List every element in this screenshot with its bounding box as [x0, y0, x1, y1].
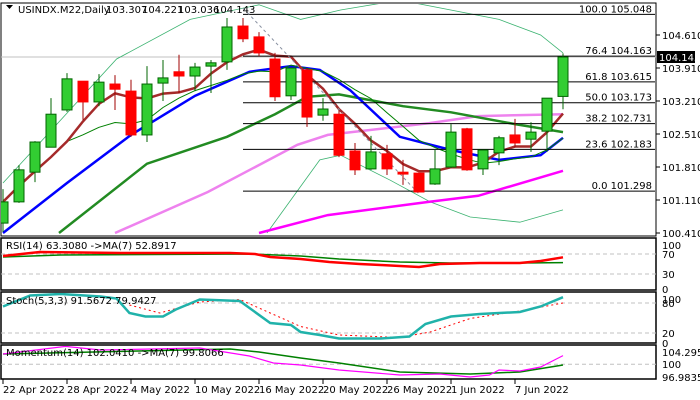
candle-body	[445, 131, 457, 168]
chart-symbol: USINDX.M22,Daily	[18, 5, 110, 16]
candle-body	[205, 62, 217, 67]
date-tick-label: 16 May 2022	[259, 385, 324, 396]
candle-body	[397, 171, 409, 175]
trading-chart[interactable]: 100.0 105.048 76.4 104.163 61.8 103.615 50.…	[0, 0, 700, 400]
candle-body	[1, 201, 9, 224]
rsi-tick-label: 30	[662, 270, 675, 281]
candle-body	[13, 169, 25, 203]
candle-body	[109, 83, 121, 90]
fib-level-label: 0.0 101.298	[592, 181, 652, 192]
bearish-candle	[461, 127, 473, 171]
candle-body	[93, 81, 105, 103]
date-tick-label: 22 Apr 2022	[3, 385, 65, 396]
candle-body	[221, 26, 233, 63]
candle-body	[141, 83, 153, 136]
fib-level-label: 23.6 102.183	[585, 139, 652, 150]
candle-body	[317, 108, 329, 116]
ohlc-close: 104.143	[214, 5, 255, 16]
candle-body	[189, 66, 201, 77]
price-tick-label: 100.410	[662, 229, 700, 240]
price-tick-label: 103.210	[662, 97, 700, 108]
bullish-candle	[13, 165, 25, 203]
candle-body	[269, 58, 281, 98]
candle-body	[61, 78, 73, 111]
rsi-title: RSI(14) 63.3080 ->MA(7) 52.8917	[6, 241, 177, 252]
candle-body	[285, 67, 297, 97]
stoch-tick-label: 80	[662, 299, 675, 310]
candle-body	[525, 131, 537, 140]
candle-body	[461, 128, 473, 171]
candle-body	[477, 149, 489, 170]
momentum-tick-label: 96.9835	[662, 373, 700, 384]
candle-body	[493, 137, 505, 154]
candle-body	[557, 56, 569, 97]
price-tick-label: 103.910	[662, 64, 700, 75]
candle-body	[77, 80, 89, 103]
fib-level-label: 38.2 102.731	[585, 114, 652, 125]
bullish-candle	[61, 73, 73, 112]
date-tick-label: 7 Jun 2022	[515, 385, 569, 396]
candle-body	[237, 25, 249, 40]
bullish-candle	[285, 67, 297, 101]
price-tick-label: 104.610	[662, 31, 700, 42]
current-price-label: 104.143	[659, 53, 700, 64]
date-tick-label: 26 May 2022	[387, 385, 452, 396]
price-tick-label: 101.810	[662, 163, 700, 174]
candle-body	[173, 71, 185, 77]
candle-body	[413, 172, 425, 193]
momentum-title: Momentum(14) 102.0410 ->MA(7) 99.8066	[6, 348, 224, 359]
candle-body	[541, 97, 553, 132]
date-tick-label: 28 Apr 2022	[67, 385, 129, 396]
rsi-tick-label: 70	[662, 250, 675, 261]
fib-level-label: 50.0 103.173	[585, 93, 652, 104]
bearish-candle	[269, 52, 281, 101]
candle-body	[381, 153, 393, 170]
candle-body	[509, 134, 521, 144]
candle-body	[365, 151, 377, 170]
candle-body	[29, 141, 41, 173]
candle-body	[125, 90, 137, 136]
fib-level-label: 61.8 103.615	[585, 72, 652, 83]
candle-body	[333, 113, 345, 156]
candle-body	[301, 69, 313, 118]
date-tick-label: 4 May 2022	[131, 385, 190, 396]
fib-level-label: 100.0 105.048	[579, 4, 652, 15]
price-tick-label: 101.110	[662, 196, 700, 207]
candle-body	[45, 113, 57, 148]
bearish-candle	[333, 109, 345, 158]
price-tick-label: 102.510	[662, 130, 700, 141]
fib-level-label: 76.4 104.163	[585, 46, 652, 57]
candle-body	[157, 77, 169, 84]
candle-body	[429, 168, 441, 185]
stoch-title: Stoch(5,3,3) 91.5672 79.9427	[6, 296, 157, 307]
bearish-candle	[413, 172, 425, 193]
date-tick-label: 20 May 2022	[323, 385, 388, 396]
momentum-tick-label: 100	[662, 360, 681, 371]
momentum-tick-label: 104.295	[662, 348, 700, 359]
date-tick-label: 10 May 2022	[195, 385, 260, 396]
candle-body	[253, 36, 265, 54]
candle-body	[349, 150, 361, 171]
date-tick-label: 1 Jun 2022	[451, 385, 505, 396]
